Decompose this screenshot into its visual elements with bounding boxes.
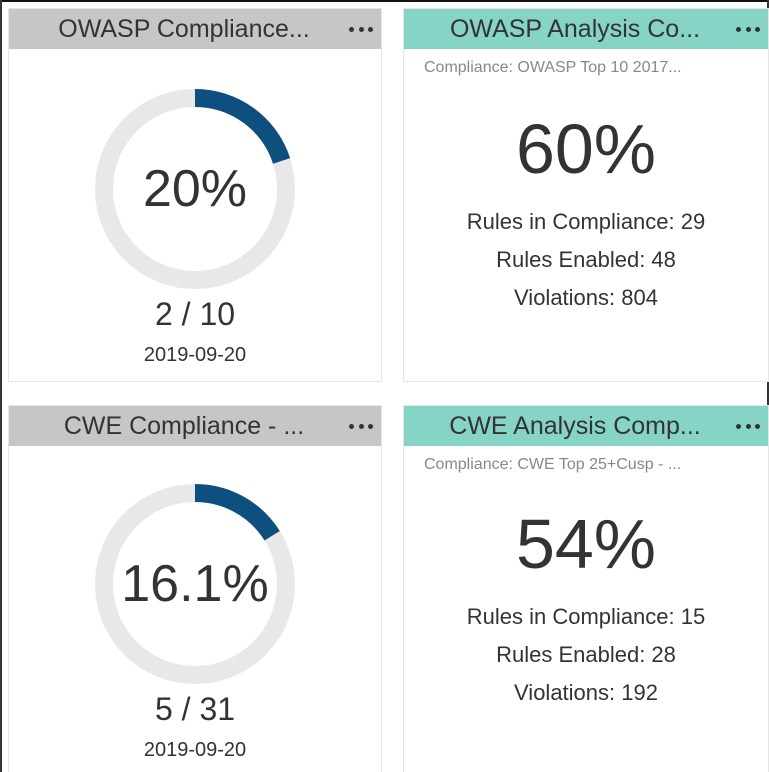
analysis-percent: 54%	[515, 505, 657, 583]
compliance-percent: 16.1%	[121, 555, 269, 613]
violations: Violations: 804	[514, 285, 658, 310]
widget-title: CWE Compliance - ...	[63, 411, 305, 440]
cwe-analysis-widget: CWE Analysis Comp... Compliance: CWE Top…	[403, 405, 769, 772]
widget-header: OWASP Analysis Co...	[404, 9, 768, 49]
rules-in-compliance: Rules in Compliance: 15	[466, 604, 706, 629]
more-options-icon[interactable]	[349, 17, 373, 41]
widget-subtitle: Compliance: CWE Top 25+Cusp - ...	[424, 456, 682, 473]
owasp-compliance-widget: OWASP Compliance... 20% 2 / 10 2019-09-2…	[8, 8, 382, 382]
violations: Violations: 192	[514, 680, 658, 705]
rules-enabled: Rules Enabled: 28	[496, 642, 676, 667]
owasp-analysis-widget: OWASP Analysis Co... Compliance: OWASP T…	[403, 8, 769, 382]
widget-header: CWE Compliance - ...	[9, 406, 381, 446]
compliance-date: 2019-09-20	[143, 344, 247, 366]
analysis-percent: 60%	[515, 110, 657, 188]
more-options-icon[interactable]	[736, 414, 760, 438]
left-border	[0, 0, 2, 772]
widget-header: CWE Analysis Comp...	[404, 406, 768, 446]
widget-title: OWASP Analysis Co...	[449, 14, 701, 43]
widget-title: OWASP Compliance...	[58, 14, 310, 43]
widget-subtitle: Compliance: OWASP Top 10 2017...	[424, 59, 682, 76]
more-options-icon[interactable]	[736, 17, 760, 41]
cwe-compliance-widget: CWE Compliance - ... 16.1% 5 / 31 2019-0…	[8, 405, 382, 772]
compliance-fraction: 5 / 31	[154, 691, 236, 727]
rules-in-compliance: Rules in Compliance: 29	[466, 209, 706, 234]
compliance-date: 2019-09-20	[143, 739, 247, 761]
more-options-icon[interactable]	[349, 414, 373, 438]
top-border	[0, 0, 769, 2]
compliance-percent: 20%	[142, 160, 248, 218]
widget-header: OWASP Compliance...	[9, 9, 381, 49]
rules-enabled: Rules Enabled: 48	[496, 247, 676, 272]
compliance-fraction: 2 / 10	[154, 296, 236, 332]
widget-title: CWE Analysis Comp...	[449, 411, 701, 440]
